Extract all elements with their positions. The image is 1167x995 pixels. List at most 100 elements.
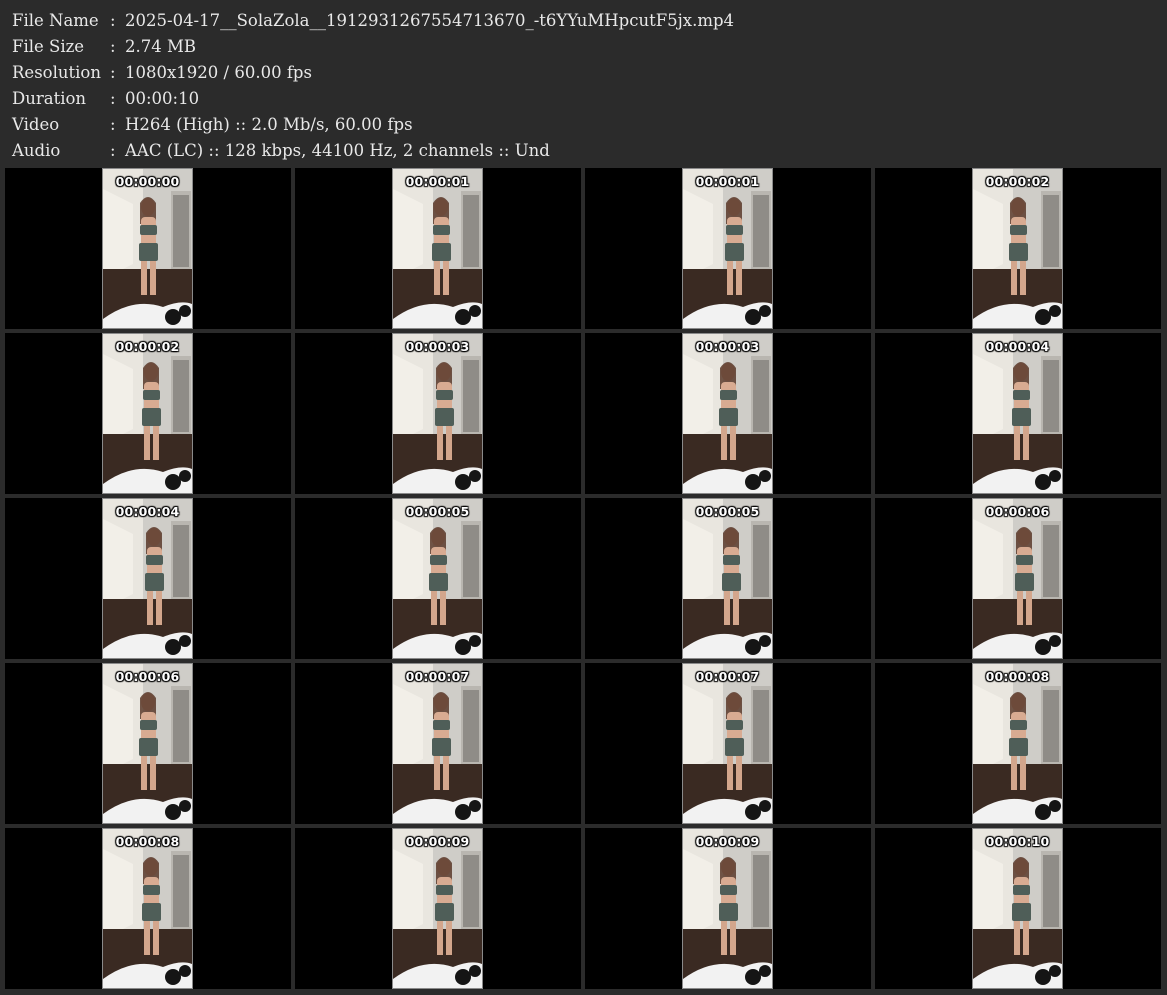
video-frame-thumbnail: 00:00:08 (102, 828, 193, 989)
info-label: Audio (12, 141, 61, 160)
video-frame-thumbnail: 00:00:02 (102, 333, 193, 494)
thumbnail-cell: 00:00:00 (5, 168, 291, 329)
frame-image (973, 334, 1062, 493)
frame-image (393, 334, 482, 493)
info-row-file-size: File Size : 2.74 MB (12, 34, 1152, 60)
timestamp-label: 00:00:03 (695, 339, 760, 354)
video-frame-thumbnail: 00:00:07 (392, 663, 483, 824)
video-frame-thumbnail: 00:00:05 (682, 498, 773, 659)
thumbnail-cell: 00:00:09 (585, 828, 871, 989)
frame-image (393, 829, 482, 988)
frame-image (973, 499, 1062, 658)
frame-image (393, 169, 482, 328)
thumbnail-cell: 00:00:07 (295, 663, 581, 824)
thumbnail-grid: 00:00:00 00:00:01 00:00:01 00:00:02 00:00:02… (5, 168, 1162, 991)
video-frame-thumbnail: 00:00:02 (972, 168, 1063, 329)
timestamp-label: 00:00:04 (115, 504, 180, 519)
timestamp-label: 00:00:05 (695, 504, 760, 519)
video-frame-thumbnail: 00:00:06 (972, 498, 1063, 659)
thumbnail-cell: 00:00:01 (585, 168, 871, 329)
thumbnail-cell: 00:00:04 (5, 498, 291, 659)
info-label: Duration (12, 89, 87, 108)
info-row-video: Video : H264 (High) :: 2.0 Mb/s, 60.00 f… (12, 112, 1152, 138)
timestamp-label: 00:00:09 (405, 834, 470, 849)
video-frame-thumbnail: 00:00:01 (392, 168, 483, 329)
thumbnail-cell: 00:00:06 (875, 498, 1161, 659)
frame-image (683, 499, 772, 658)
timestamp-label: 00:00:06 (115, 669, 180, 684)
info-row-file-name: File Name : 2025-04-17__SolaZola__191293… (12, 8, 1152, 34)
thumbnail-cell: 00:00:09 (295, 828, 581, 989)
info-value: AAC (LC) :: 128 kbps, 44100 Hz, 2 channe… (125, 141, 550, 160)
info-separator: : (110, 115, 116, 134)
info-value: 1080x1920 / 60.00 fps (125, 63, 312, 82)
frame-image (683, 334, 772, 493)
info-separator: : (110, 63, 116, 82)
info-row-duration: Duration : 00:00:10 (12, 86, 1152, 112)
frame-image (103, 499, 192, 658)
thumbnail-cell: 00:00:01 (295, 168, 581, 329)
info-value: 00:00:10 (125, 89, 200, 108)
thumbnail-cell: 00:00:05 (585, 498, 871, 659)
thumbnail-cell: 00:00:10 (875, 828, 1161, 989)
info-label: File Name (12, 11, 99, 30)
frame-image (393, 499, 482, 658)
video-frame-thumbnail: 00:00:03 (682, 333, 773, 494)
thumbnail-cell: 00:00:03 (295, 333, 581, 494)
info-row-audio: Audio : AAC (LC) :: 128 kbps, 44100 Hz, … (12, 138, 1152, 164)
frame-image (973, 664, 1062, 823)
thumbnail-cell: 00:00:08 (875, 663, 1161, 824)
contact-sheet: File Name : 2025-04-17__SolaZola__191293… (0, 0, 1167, 995)
info-label: Video (12, 115, 60, 134)
frame-image (973, 169, 1062, 328)
video-frame-thumbnail: 00:00:03 (392, 333, 483, 494)
timestamp-label: 00:00:01 (695, 174, 760, 189)
info-separator: : (110, 89, 116, 108)
info-value: 2.74 MB (125, 37, 197, 56)
video-frame-thumbnail: 00:00:09 (682, 828, 773, 989)
thumbnail-cell: 00:00:03 (585, 333, 871, 494)
frame-image (683, 664, 772, 823)
info-row-resolution: Resolution : 1080x1920 / 60.00 fps (12, 60, 1152, 86)
timestamp-label: 00:00:05 (405, 504, 470, 519)
timestamp-label: 00:00:03 (405, 339, 470, 354)
video-frame-thumbnail: 00:00:00 (102, 168, 193, 329)
timestamp-label: 00:00:10 (985, 834, 1050, 849)
timestamp-label: 00:00:00 (115, 174, 180, 189)
frame-image (103, 829, 192, 988)
timestamp-label: 00:00:07 (695, 669, 760, 684)
timestamp-label: 00:00:02 (115, 339, 180, 354)
video-frame-thumbnail: 00:00:04 (102, 498, 193, 659)
thumbnail-cell: 00:00:02 (5, 333, 291, 494)
info-separator: : (110, 141, 116, 160)
video-frame-thumbnail: 00:00:01 (682, 168, 773, 329)
timestamp-label: 00:00:01 (405, 174, 470, 189)
frame-image (103, 664, 192, 823)
thumbnail-cell: 00:00:04 (875, 333, 1161, 494)
timestamp-label: 00:00:02 (985, 174, 1050, 189)
timestamp-label: 00:00:09 (695, 834, 760, 849)
video-frame-thumbnail: 00:00:09 (392, 828, 483, 989)
video-frame-thumbnail: 00:00:08 (972, 663, 1063, 824)
thumbnail-cell: 00:00:07 (585, 663, 871, 824)
video-frame-thumbnail: 00:00:07 (682, 663, 773, 824)
thumbnail-cell: 00:00:05 (295, 498, 581, 659)
thumbnail-cell: 00:00:06 (5, 663, 291, 824)
info-label: File Size (12, 37, 85, 56)
video-frame-thumbnail: 00:00:05 (392, 498, 483, 659)
frame-image (683, 829, 772, 988)
video-info-panel: File Name : 2025-04-17__SolaZola__191293… (12, 8, 1152, 164)
video-frame-thumbnail: 00:00:06 (102, 663, 193, 824)
info-value: 2025-04-17__SolaZola__191293126755471367… (125, 11, 735, 30)
timestamp-label: 00:00:04 (985, 339, 1050, 354)
thumbnail-cell: 00:00:08 (5, 828, 291, 989)
video-frame-thumbnail: 00:00:10 (972, 828, 1063, 989)
info-value: H264 (High) :: 2.0 Mb/s, 60.00 fps (125, 115, 413, 134)
frame-image (683, 169, 772, 328)
timestamp-label: 00:00:08 (115, 834, 180, 849)
frame-image (103, 334, 192, 493)
timestamp-label: 00:00:08 (985, 669, 1050, 684)
thumbnail-cell: 00:00:02 (875, 168, 1161, 329)
frame-image (973, 829, 1062, 988)
timestamp-label: 00:00:07 (405, 669, 470, 684)
